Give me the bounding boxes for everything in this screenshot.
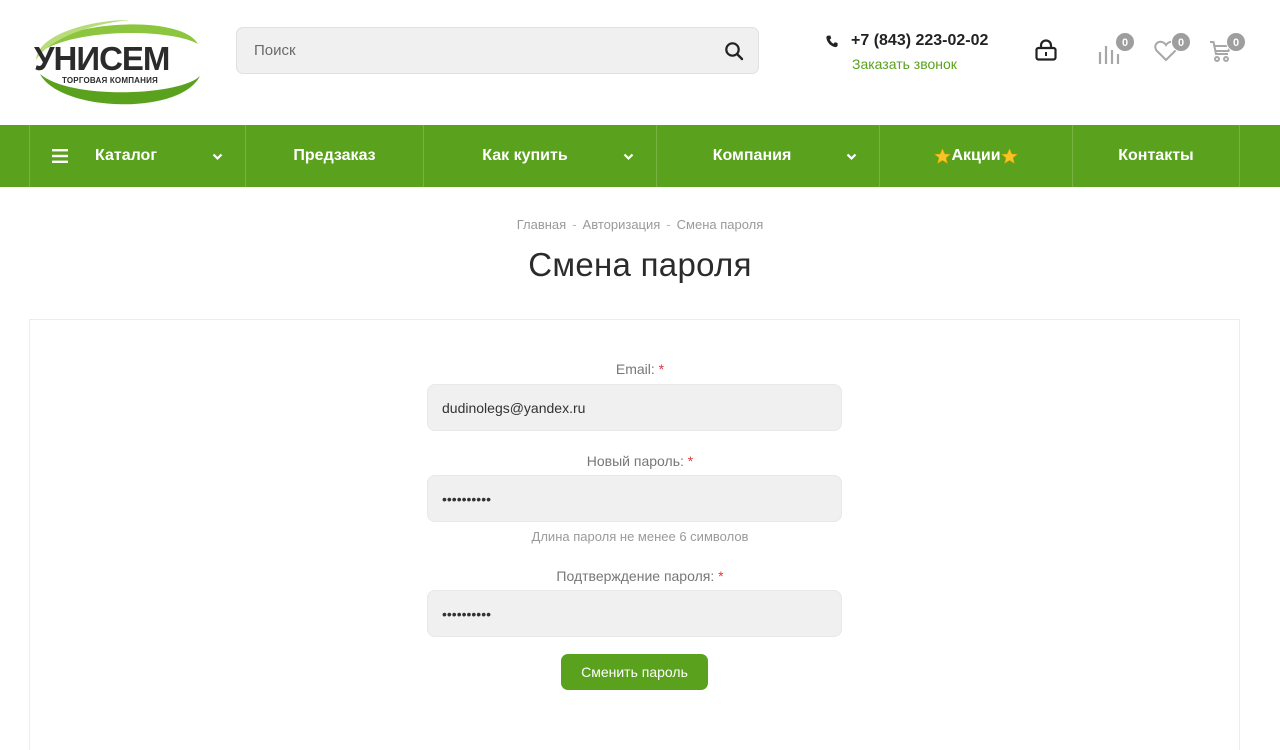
favorites-button[interactable]: 0 [1154, 32, 1194, 66]
phone-icon [826, 35, 838, 48]
new-password-field-wrapper [427, 475, 842, 522]
compare-button[interactable]: 0 [1098, 32, 1138, 66]
breadcrumb-home[interactable]: Главная [517, 217, 566, 232]
chevron-down-icon [846, 153, 857, 161]
nav-item-label: Каталог [95, 147, 157, 164]
nav-item-label: Компания [712, 147, 792, 164]
email-label: Email: * [615, 361, 665, 377]
site-logo[interactable]: УНИСЕМ ТОРГОВАЯ КОМПАНИЯ [30, 14, 205, 112]
nav-item-how-to-buy[interactable]: Как купить [423, 125, 656, 187]
nav-item-contacts[interactable]: Контакты [1072, 125, 1240, 187]
chevron-down-icon [212, 153, 223, 161]
logo-wordmark: УНИСЕМ [34, 40, 170, 77]
email-field[interactable] [442, 385, 827, 430]
nav-item-catalog[interactable]: Каталог [29, 125, 245, 187]
required-mark: * [658, 361, 665, 377]
email-field-wrapper [427, 384, 842, 431]
star-icon [934, 147, 952, 164]
cart-count-badge: 0 [1226, 32, 1246, 52]
nav-item-preorder[interactable]: Предзаказ [245, 125, 423, 187]
nav-item-label: Как купить [482, 147, 568, 164]
breadcrumb: Главная - Авторизация - Смена пароля [0, 217, 1280, 232]
phone-number[interactable]: +7 (843) 223-02-02 [851, 32, 988, 50]
new-password-label: Новый пароль: * [586, 453, 694, 469]
breadcrumb-current: Смена пароля [676, 217, 764, 232]
logo-tagline: ТОРГОВАЯ КОМПАНИЯ [62, 76, 159, 85]
chevron-down-icon [623, 153, 634, 161]
confirm-password-field[interactable] [442, 591, 827, 636]
breadcrumb-auth[interactable]: Авторизация [583, 217, 661, 232]
confirm-password-label: Подтверждение пароля: * [556, 568, 724, 584]
nav-item-label: Предзаказ [293, 147, 376, 164]
nav-item-label: Контакты [1118, 147, 1194, 164]
nav-item-company[interactable]: Компания [656, 125, 879, 187]
lock-icon[interactable] [1034, 38, 1058, 62]
required-mark: * [687, 453, 694, 469]
change-password-button[interactable]: Сменить пароль [561, 654, 708, 690]
callback-link[interactable]: Заказать звонок [852, 56, 957, 72]
nav-item-label: Акции [951, 147, 1001, 164]
search-icon[interactable] [724, 41, 744, 61]
password-hint: Длина пароля не менее 6 символов [531, 529, 749, 544]
required-mark: * [718, 568, 724, 584]
search-input[interactable] [254, 28, 714, 73]
new-password-field[interactable] [442, 476, 827, 521]
main-nav: Каталог Предзаказ Как купить Компания Ак… [0, 125, 1280, 187]
star-icon [1000, 147, 1018, 164]
breadcrumb-separator: - [572, 217, 577, 232]
page-title: Смена пароля [528, 246, 752, 283]
search-bar [236, 27, 759, 74]
confirm-password-field-wrapper [427, 590, 842, 637]
nav-item-promotions[interactable]: Акции [879, 125, 1072, 187]
site-header: УНИСЕМ ТОРГОВАЯ КОМПАНИЯ +7 (843) 223-02… [0, 0, 1280, 125]
menu-icon [52, 149, 68, 163]
favorites-count-badge: 0 [1171, 32, 1191, 52]
compare-count-badge: 0 [1115, 32, 1135, 52]
cart-button[interactable]: 0 [1209, 32, 1249, 66]
breadcrumb-separator: - [666, 217, 671, 232]
